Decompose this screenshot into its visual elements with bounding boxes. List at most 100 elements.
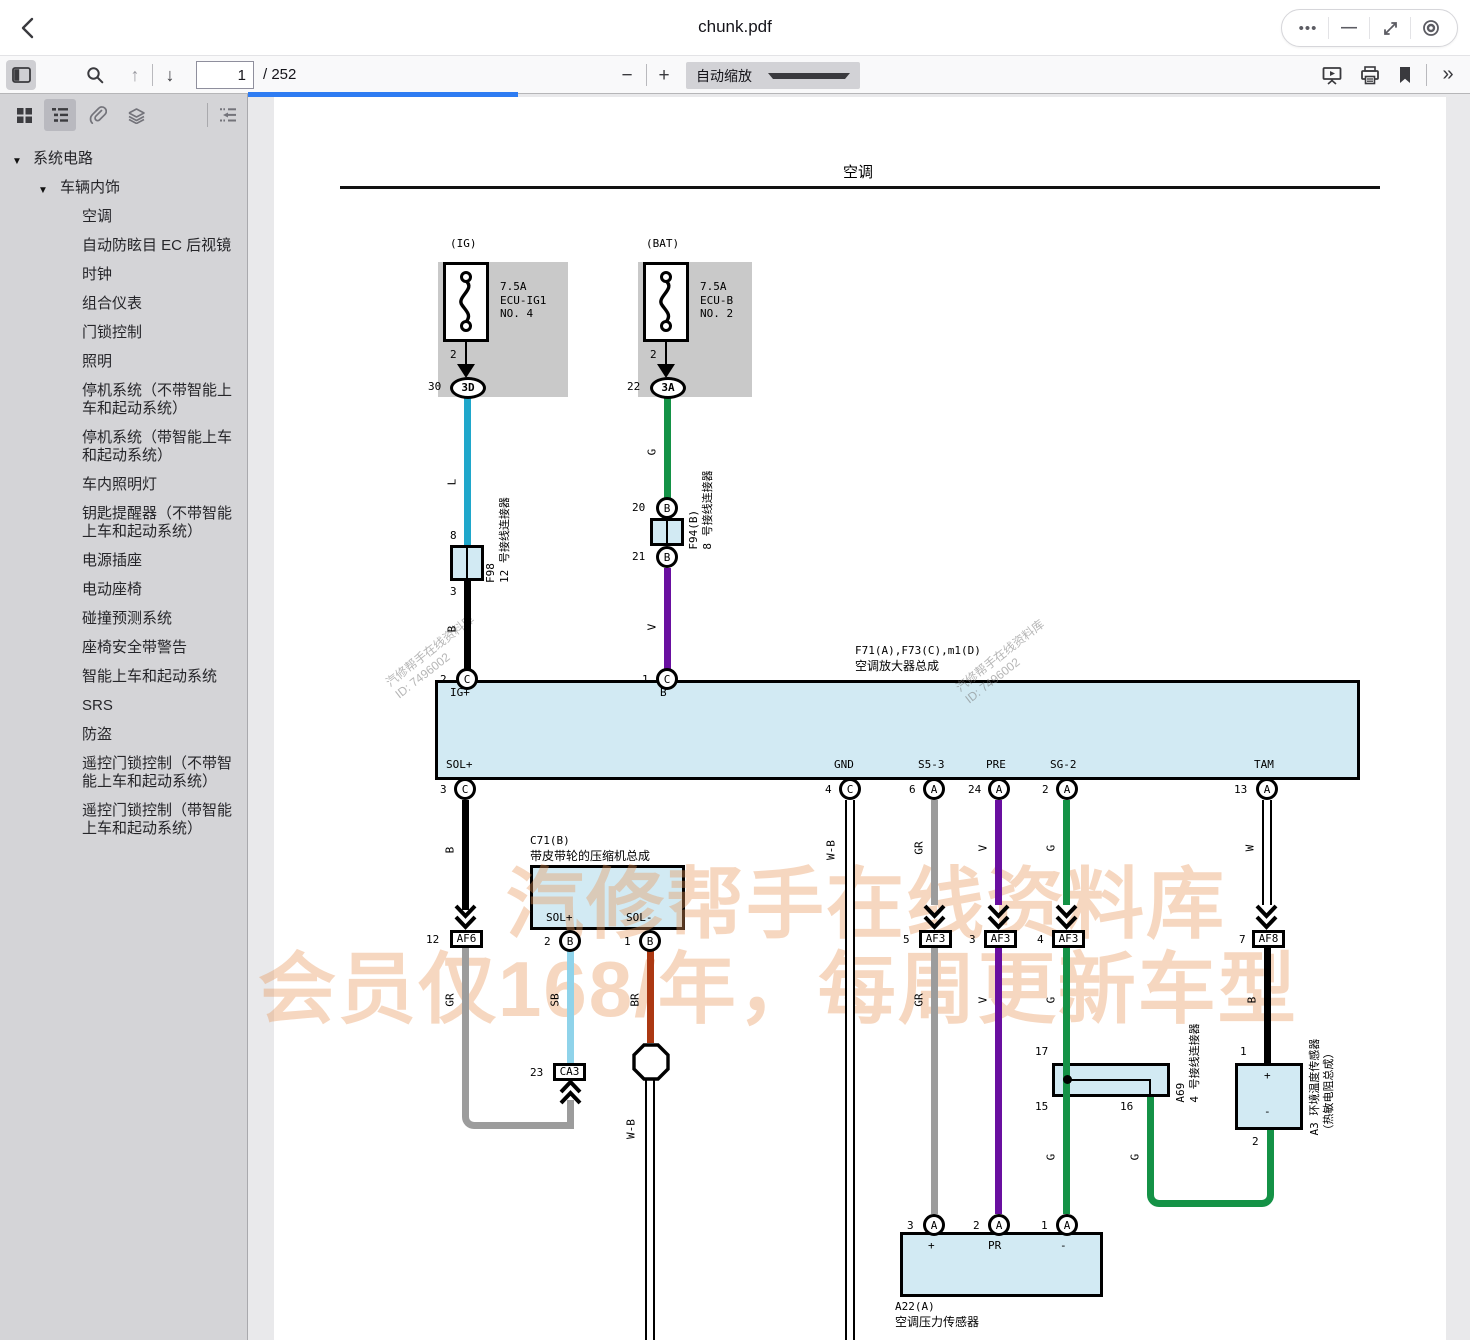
previous-page-button[interactable]: ↑ <box>122 62 148 88</box>
outline-view-button[interactable] <box>44 99 76 131</box>
record-button[interactable] <box>1411 13 1451 43</box>
outline-item[interactable]: 遥控门锁控制（不带智能上车和起动系统） <box>0 755 247 791</box>
ac-amplifier-label: F71(A),F73(C),m1(D) 空调放大器总成 <box>855 644 981 674</box>
double-chevron-down-icon <box>1255 904 1278 931</box>
sidebar-toggle-icon <box>12 67 31 83</box>
toggle-sidebar-button[interactable] <box>6 60 36 90</box>
outline-item[interactable]: 钥匙提醒器（不带智能上车和起动系统） <box>0 505 247 541</box>
layers-view-button[interactable] <box>120 99 152 131</box>
minimize-button[interactable]: — <box>1329 13 1369 43</box>
wire-wb <box>845 800 855 1340</box>
wire-b <box>1264 947 1271 1063</box>
outline-item[interactable]: SRS <box>0 697 247 715</box>
outline-item[interactable]: 空调 <box>0 208 247 226</box>
next-page-button[interactable]: ↓ <box>157 62 183 88</box>
outline-item-label: 系统电路 <box>33 150 93 167</box>
wire-label-wb: W-B <box>825 840 838 860</box>
pin-num: 1 <box>1240 1045 1247 1058</box>
fuse-icon <box>446 265 486 339</box>
outline-item[interactable]: 防盗 <box>0 726 247 744</box>
double-chevron-down-icon <box>1055 904 1078 931</box>
outline-item-label: 照明 <box>82 353 112 370</box>
outline-item[interactable]: 照明 <box>0 353 247 371</box>
connector-af6: AF6 <box>450 930 483 948</box>
pin-circle-b: B <box>559 930 581 952</box>
outline-item-label: 遥控门锁控制（带智能上车和起动系统） <box>82 802 232 837</box>
outline-item-label: 电动座椅 <box>82 581 142 598</box>
wire-label-b: B <box>1246 997 1259 1004</box>
more-options-button[interactable]: ••• <box>1288 13 1328 43</box>
fuse-ig-symbol <box>443 262 489 342</box>
terminal-sg-2: SG-2 <box>1050 758 1077 771</box>
expander-triangle-icon[interactable]: ▼ <box>12 153 22 171</box>
pin-num: 4 <box>1037 933 1044 946</box>
outline-item[interactable]: 自动防眩目 EC 后视镜 <box>0 237 247 255</box>
outline-item[interactable]: 车内照明灯 <box>0 476 247 494</box>
wire-label-w: W <box>1244 845 1257 852</box>
wire-sb <box>567 950 574 1063</box>
terminal-plus: + <box>928 1239 935 1252</box>
connector-3d: 3D <box>450 377 486 399</box>
outline-item[interactable]: 电动座椅 <box>0 581 247 599</box>
connector-af8: AF8 <box>1252 930 1285 948</box>
current-outline-item-button[interactable] <box>212 99 244 131</box>
connector-f94 <box>650 518 684 546</box>
outline-item[interactable]: 智能上车和起动系统 <box>0 668 247 686</box>
outline-item[interactable]: 停机系统（不带智能上车和起动系统） <box>0 382 247 418</box>
wire-w <box>1262 800 1272 905</box>
a69-internal-link <box>1067 1079 1151 1081</box>
zoom-out-button[interactable]: − <box>614 62 640 88</box>
pin-num: 6 <box>909 783 916 796</box>
zoom-in-button[interactable]: + <box>651 62 677 88</box>
divider <box>152 64 153 86</box>
presentation-mode-button[interactable] <box>1318 62 1346 88</box>
fuse-ig-tag: (IG) <box>450 237 477 250</box>
outline-item[interactable]: 停机系统（带智能上车和起动系统） <box>0 429 247 465</box>
wire-gr <box>931 800 938 905</box>
pin-num: 21 <box>632 550 645 563</box>
print-button[interactable] <box>1356 62 1384 88</box>
pdf-viewer-area[interactable]: 汽修帮手在线资料库 会员仅168/年，每周更新车型 汽修帮手在线资料库ID: 7… <box>248 94 1470 1340</box>
pin-circle-a: A <box>988 778 1010 800</box>
thumbnails-view-button[interactable] <box>8 99 40 131</box>
pin-num: 12 <box>426 933 439 946</box>
connector-af3: AF3 <box>1052 930 1085 948</box>
outline-icon <box>51 107 69 123</box>
minus-icon: − <box>621 66 632 85</box>
outline-item[interactable]: 组合仪表 <box>0 295 247 313</box>
pin-num: 3 <box>450 585 457 598</box>
toolbar-more-button[interactable]: » <box>1434 61 1462 87</box>
page-number-input[interactable] <box>196 61 254 89</box>
outline-item[interactable]: ▼ 系统电路 <box>0 150 247 168</box>
outline-item[interactable]: 门锁控制 <box>0 324 247 342</box>
pin-circle-a: A <box>1256 778 1278 800</box>
outline-item[interactable]: 电源插座 <box>0 552 247 570</box>
expander-triangle-icon[interactable]: ▼ <box>38 182 48 200</box>
expand-button[interactable] <box>1370 13 1410 43</box>
outline-item[interactable]: 时钟 <box>0 266 247 284</box>
outline-item[interactable]: 座椅安全带警告 <box>0 639 247 657</box>
pin-num: 8 <box>450 529 457 542</box>
connector-af3: AF3 <box>984 930 1017 948</box>
bookmark-button[interactable] <box>1392 62 1418 88</box>
search-button[interactable] <box>82 62 108 88</box>
attachments-view-button[interactable] <box>82 99 114 131</box>
outline-item-label: 车内照明灯 <box>82 476 157 493</box>
divider <box>207 103 208 127</box>
pin-circle-c: C <box>839 778 861 800</box>
outline-item[interactable]: 碰撞预测系统 <box>0 610 247 628</box>
junction-dot <box>1063 1075 1072 1084</box>
outline-item[interactable]: ▼车辆内饰 <box>0 179 247 197</box>
outline-list: ▼ 系统电路 ▼车辆内饰空调自动防眩目 EC 后视镜时钟组合仪表门锁控制照明停机系统… <box>0 136 247 838</box>
fuse-ig-pin: 2 <box>450 348 457 361</box>
wire-br <box>647 950 654 1043</box>
pin-num: 3 <box>440 783 447 796</box>
outline-item-label: 智能上车和起动系统 <box>82 668 217 685</box>
outline-item[interactable]: 遥控门锁控制（带智能上车和起动系统） <box>0 802 247 838</box>
wire-label-b: B <box>446 626 459 633</box>
zoom-select[interactable]: 自动缩放 <box>686 62 860 89</box>
pin-num: 23 <box>530 1066 543 1079</box>
thumbnails-icon <box>16 107 33 124</box>
pin-num: 3 <box>969 933 976 946</box>
terminal-tam: TAM <box>1254 758 1274 771</box>
